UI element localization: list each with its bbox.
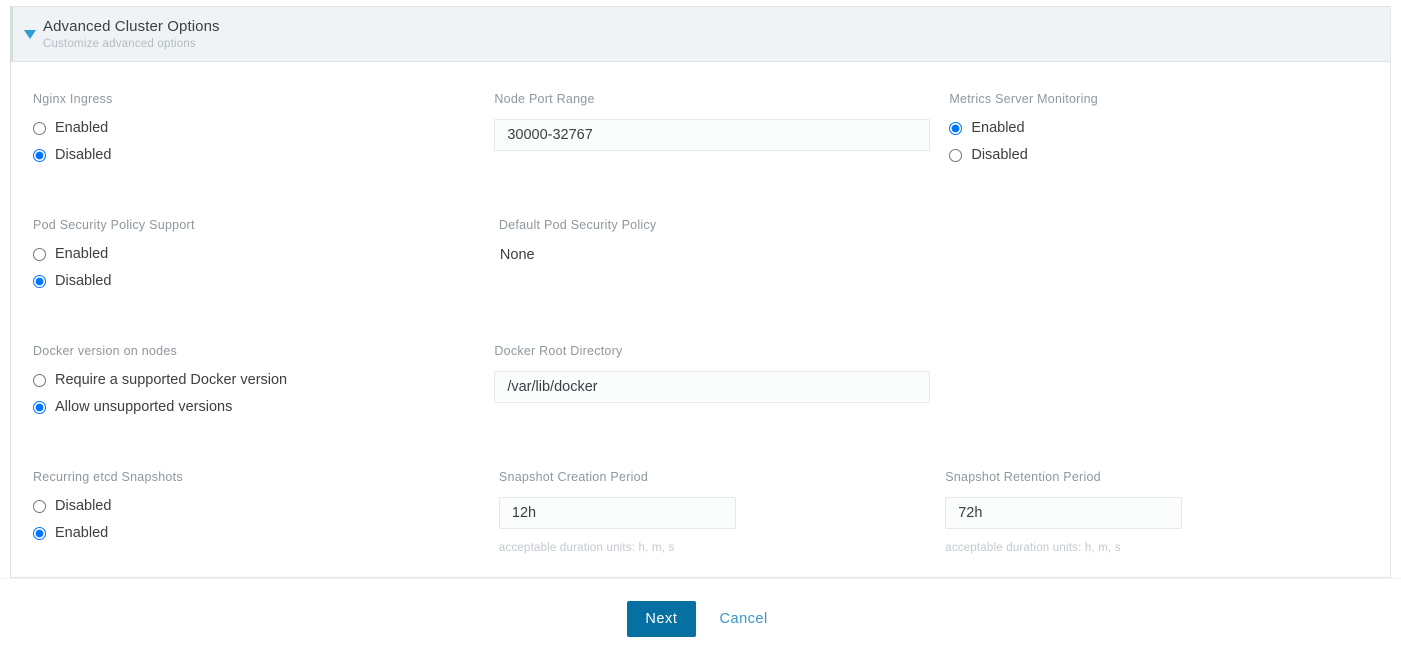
hint-snapshot-creation-period: acceptable duration units: h, m, s — [498, 542, 675, 554]
snapshot-retention-period-input[interactable] — [945, 497, 1183, 529]
radio-label-psp-disabled: Disabled — [55, 273, 112, 289]
radio-group-metrics-server-monitoring: Enabled Disabled — [949, 119, 1348, 164]
chevron-down-icon[interactable] — [17, 29, 43, 39]
field-label-node-port-range: Node Port Range — [494, 92, 595, 106]
radio-option-docker-allow-unsupported[interactable]: Allow unsupported versions — [33, 398, 474, 416]
form-row-4: Recurring etcd Snapshots Disabled Enable… — [33, 470, 1368, 555]
field-snapshot-retention-period: Snapshot Retention Period acceptable dur… — [945, 470, 1368, 555]
radio-group-docker-version: Require a supported Docker version Allow… — [33, 371, 474, 416]
radio-option-metrics-disabled[interactable]: Disabled — [949, 146, 1348, 164]
header-text-block: Advanced Cluster Options Customize advan… — [43, 18, 220, 51]
field-default-pod-security-policy: Default Pod Security Policy None — [499, 218, 945, 290]
field-docker-version-on-nodes: Docker version on nodes Require a suppor… — [33, 344, 494, 416]
radio-input-docker-require-supported[interactable] — [33, 373, 46, 387]
form-row-2: Pod Security Policy Support Enabled Disa… — [33, 218, 1368, 290]
radio-group-pod-security-policy-support: Enabled Disabled — [33, 245, 479, 290]
radio-option-nginx-ingress-enabled[interactable]: Enabled — [33, 119, 474, 137]
hint-snapshot-retention-period: acceptable duration units: h, m, s — [945, 542, 1121, 554]
radio-option-etcd-disabled[interactable]: Disabled — [33, 497, 479, 515]
radio-input-etcd-disabled[interactable] — [33, 499, 46, 513]
row-spacer-1 — [33, 164, 1368, 218]
radio-label-psp-enabled: Enabled — [55, 246, 109, 262]
section-body: Nginx Ingress Enabled Disabled Node Port… — [11, 62, 1390, 577]
radio-label-nginx-ingress-enabled: Enabled — [55, 120, 109, 136]
radio-group-recurring-etcd-snapshots: Disabled Enabled — [33, 497, 479, 542]
field-docker-root-directory: Docker Root Directory — [494, 344, 949, 416]
next-button[interactable]: Next — [627, 601, 696, 637]
field-label-nginx-ingress: Nginx Ingress — [33, 92, 113, 106]
field-row2-empty — [945, 218, 1368, 290]
field-label-docker-root-directory: Docker Root Directory — [494, 344, 623, 358]
radio-label-metrics-disabled: Disabled — [971, 147, 1028, 163]
radio-label-metrics-enabled: Enabled — [971, 120, 1025, 136]
field-nginx-ingress: Nginx Ingress Enabled Disabled — [33, 92, 494, 164]
field-node-port-range: Node Port Range — [494, 92, 949, 164]
radio-input-metrics-disabled[interactable] — [949, 148, 963, 162]
field-label-pod-security-policy-support: Pod Security Policy Support — [33, 218, 195, 232]
radio-label-nginx-ingress-disabled: Disabled — [55, 147, 112, 163]
radio-label-etcd-enabled: Enabled — [55, 525, 109, 541]
field-label-metrics-server-monitoring: Metrics Server Monitoring — [949, 92, 1098, 106]
radio-option-etcd-enabled[interactable]: Enabled — [33, 524, 479, 542]
field-label-docker-version-on-nodes: Docker version on nodes — [33, 344, 178, 358]
field-snapshot-creation-period: Snapshot Creation Period acceptable dura… — [498, 470, 945, 555]
radio-input-metrics-enabled[interactable] — [949, 121, 963, 135]
form-row-3: Docker version on nodes Require a suppor… — [33, 344, 1368, 416]
advanced-cluster-options-panel: Advanced Cluster Options Customize advan… — [10, 6, 1391, 578]
radio-option-metrics-enabled[interactable]: Enabled — [949, 119, 1348, 137]
radio-input-psp-enabled[interactable] — [33, 247, 46, 261]
radio-label-docker-allow-unsupported: Allow unsupported versions — [55, 399, 233, 415]
field-label-recurring-etcd-snapshots: Recurring etcd Snapshots — [33, 470, 183, 484]
form-row-1: Nginx Ingress Enabled Disabled Node Port… — [33, 92, 1368, 164]
advanced-cluster-options-page: Advanced Cluster Options Customize advan… — [0, 0, 1401, 650]
radio-input-docker-allow-unsupported[interactable] — [33, 400, 46, 414]
row-spacer-3 — [33, 416, 1368, 470]
radio-label-docker-require-supported: Require a supported Docker version — [55, 372, 288, 388]
docker-root-directory-input[interactable] — [494, 371, 931, 403]
snapshot-creation-period-input[interactable] — [498, 497, 736, 529]
radio-input-etcd-enabled[interactable] — [33, 526, 46, 540]
radio-label-etcd-disabled: Disabled — [55, 498, 112, 514]
row-spacer-2 — [33, 290, 1368, 344]
radio-input-nginx-ingress-enabled[interactable] — [33, 121, 46, 135]
section-title: Advanced Cluster Options — [43, 17, 220, 35]
radio-option-docker-require-supported[interactable]: Require a supported Docker version — [33, 371, 474, 389]
field-row3-empty — [949, 344, 1368, 416]
radio-group-nginx-ingress: Enabled Disabled — [33, 119, 474, 164]
cancel-button[interactable]: Cancel — [714, 601, 774, 637]
field-recurring-etcd-snapshots: Recurring etcd Snapshots Disabled Enable… — [33, 470, 499, 555]
radio-input-nginx-ingress-disabled[interactable] — [33, 148, 46, 162]
field-label-default-pod-security-policy: Default Pod Security Policy — [498, 218, 657, 232]
radio-input-psp-disabled[interactable] — [33, 274, 46, 288]
form-footer: Next Cancel — [0, 578, 1401, 650]
radio-option-psp-disabled[interactable]: Disabled — [33, 272, 479, 290]
field-pod-security-policy-support: Pod Security Policy Support Enabled Disa… — [33, 218, 499, 290]
radio-option-nginx-ingress-disabled[interactable]: Disabled — [33, 146, 474, 164]
header-accent-bar — [10, 6, 13, 62]
node-port-range-input[interactable] — [494, 119, 931, 151]
field-metrics-server-monitoring: Metrics Server Monitoring Enabled Disabl… — [949, 92, 1368, 164]
field-label-snapshot-retention-period: Snapshot Retention Period — [945, 470, 1101, 484]
field-label-snapshot-creation-period: Snapshot Creation Period — [498, 470, 649, 484]
default-pod-security-policy-value: None — [499, 247, 535, 263]
section-subtitle: Customize advanced options — [43, 37, 196, 50]
section-header-advanced-cluster-options[interactable]: Advanced Cluster Options Customize advan… — [10, 6, 1390, 62]
radio-option-psp-enabled[interactable]: Enabled — [33, 245, 479, 263]
